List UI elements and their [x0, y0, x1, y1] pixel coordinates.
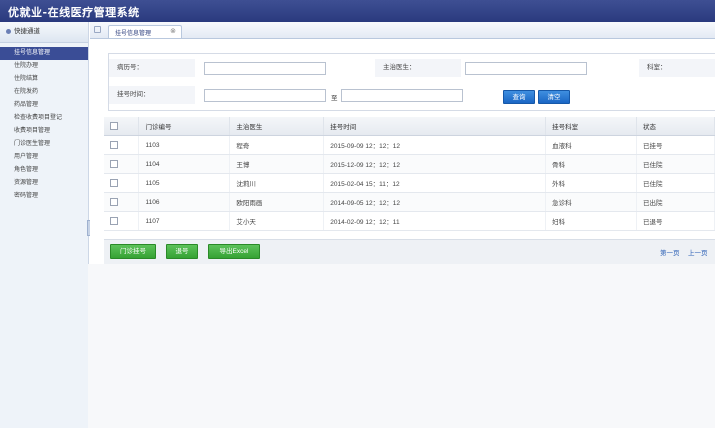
empty-content-area	[88, 264, 715, 428]
table-row[interactable]: 1106 欧阳雨画 2014-09-05 12：12：12 急诊科 已出院	[104, 192, 715, 212]
dept-label: 科室：	[639, 59, 715, 77]
doctor-label: 主治医生：	[375, 59, 461, 77]
cell-time: 2015-09-09 12：12：12	[323, 135, 547, 155]
cell-doctor: 艾小天	[229, 211, 325, 231]
cell-status: 已住院	[636, 154, 715, 174]
shortcut-icon	[6, 28, 11, 34]
prev-page-link[interactable]: 上一页	[688, 247, 708, 257]
select-all-cell	[104, 117, 140, 136]
row-select-cell	[104, 192, 140, 212]
sidebar-item-register-management[interactable]: 挂号信息管理	[0, 47, 88, 60]
cell-doctor: 沈莉川	[229, 173, 325, 193]
cell-id: 1103	[138, 135, 231, 155]
table-row[interactable]: 1104 王博 2015-12-09 12：12：12 骨科 已住院	[104, 154, 715, 174]
cell-dept: 血液科	[545, 135, 638, 155]
cell-id: 1104	[138, 154, 231, 174]
col-header-dept[interactable]: 挂号科室	[545, 117, 638, 136]
row-checkbox[interactable]	[110, 198, 118, 206]
outpatient-register-button[interactable]: 门诊挂号	[110, 244, 156, 259]
row-checkbox[interactable]	[110, 141, 118, 149]
sidebar-nav: 挂号信息管理 住院办理 住院结算 在院发药 药品管理 检查收费项目登记 收费项目…	[0, 43, 88, 203]
cell-doctor: 欧阳雨画	[229, 192, 325, 212]
cell-dept: 妇科	[545, 211, 638, 231]
row-select-cell	[104, 173, 140, 193]
cell-dept: 骨科	[545, 154, 638, 174]
row-checkbox[interactable]	[110, 217, 118, 225]
tab-register-management[interactable]: 挂号信息管理 ⊗	[108, 25, 182, 38]
top-header: 优就业-在线医疗管理系统	[0, 0, 715, 22]
tab-bar: 挂号信息管理 ⊗	[90, 22, 715, 39]
sidebar-item-doctors[interactable]: 门诊医生管理	[0, 138, 88, 151]
sidebar-item-password[interactable]: 密码管理	[0, 190, 88, 203]
cell-dept: 急诊科	[545, 192, 638, 212]
cell-id: 1105	[138, 173, 231, 193]
row-select-cell	[104, 211, 140, 231]
sidebar: 快捷通道 挂号信息管理 住院办理 住院结算 在院发药 药品管理 检查收费项目登记…	[0, 22, 89, 428]
sidebar-title-label: 快捷通道	[14, 28, 40, 35]
cell-doctor: 王博	[229, 154, 325, 174]
doctor-input[interactable]	[465, 62, 587, 75]
col-header-doctor[interactable]: 主治医生	[229, 117, 325, 136]
reg-time-label: 挂号时间：	[109, 86, 195, 104]
sidebar-title: 快捷通道	[0, 22, 88, 43]
cell-doctor: 程奇	[229, 135, 325, 155]
cell-id: 1106	[138, 192, 231, 212]
row-select-cell	[104, 135, 140, 155]
clear-button[interactable]: 清空	[538, 90, 570, 104]
table-row[interactable]: 1105 沈莉川 2015-02-04 15：11：12 外科 已住院	[104, 173, 715, 193]
sidebar-item-drugs[interactable]: 药品管理	[0, 99, 88, 112]
row-checkbox[interactable]	[110, 160, 118, 168]
table-row[interactable]: 1103 程奇 2015-09-09 12：12：12 血液科 已挂号	[104, 135, 715, 155]
first-page-link[interactable]: 第一页	[660, 247, 680, 257]
col-header-status[interactable]: 状态	[636, 117, 715, 136]
export-excel-button[interactable]: 导出Excel	[208, 244, 260, 259]
case-no-label: 病历号：	[109, 59, 195, 77]
select-all-checkbox[interactable]	[110, 122, 118, 130]
table-row[interactable]: 1107 艾小天 2014-02-09 12：12：11 妇科 已退号	[104, 211, 715, 231]
sidebar-item-exam-fees[interactable]: 检查收费项目登记	[0, 112, 88, 125]
cell-dept: 外科	[545, 173, 638, 193]
cell-status: 已住院	[636, 173, 715, 193]
refund-register-button[interactable]: 退号	[166, 244, 198, 259]
row-select-cell	[104, 154, 140, 174]
case-no-input[interactable]	[204, 62, 326, 75]
sidebar-item-fee-items[interactable]: 收费项目管理	[0, 125, 88, 138]
filter-panel: 病历号： 主治医生： 科室： 挂号时间： 至 查询 清空	[108, 53, 715, 111]
cell-status: 已退号	[636, 211, 715, 231]
cell-id: 1107	[138, 211, 231, 231]
cell-time: 2015-12-09 12：12：12	[323, 154, 547, 174]
cell-time: 2014-02-09 12：12：11	[323, 211, 547, 231]
col-header-id[interactable]: 门诊编号	[138, 117, 231, 136]
cell-time: 2014-09-05 12：12：12	[323, 192, 547, 212]
col-header-time[interactable]: 挂号时间	[323, 117, 547, 136]
table-header-row: 门诊编号 主治医生 挂号时间 挂号科室 状态	[104, 117, 715, 136]
to-label: 至	[331, 95, 338, 102]
app-title: 优就业-在线医疗管理系统	[8, 6, 140, 19]
home-icon[interactable]	[94, 26, 101, 33]
time-from-input[interactable]	[204, 89, 326, 102]
sidebar-item-resources[interactable]: 资源管理	[0, 177, 88, 190]
cell-status: 已出院	[636, 192, 715, 212]
sidebar-item-admission[interactable]: 住院办理	[0, 60, 88, 73]
row-checkbox[interactable]	[110, 179, 118, 187]
action-bar: 门诊挂号 退号 导出Excel 第一页 上一页	[104, 239, 715, 265]
sidebar-item-dispense[interactable]: 在院发药	[0, 86, 88, 99]
register-table: 门诊编号 主治医生 挂号时间 挂号科室 状态 1103 程奇 2015-09-0…	[104, 117, 715, 231]
tab-label: 挂号信息管理	[115, 31, 152, 37]
query-button[interactable]: 查询	[503, 90, 535, 104]
sidebar-item-users[interactable]: 用户管理	[0, 151, 88, 164]
cell-time: 2015-02-04 15：11：12	[323, 173, 547, 193]
sidebar-item-settlement[interactable]: 住院结算	[0, 73, 88, 86]
time-to-input[interactable]	[341, 89, 463, 102]
cell-status: 已挂号	[636, 135, 715, 155]
close-icon[interactable]: ⊗	[170, 27, 176, 35]
sidebar-item-roles[interactable]: 角色管理	[0, 164, 88, 177]
